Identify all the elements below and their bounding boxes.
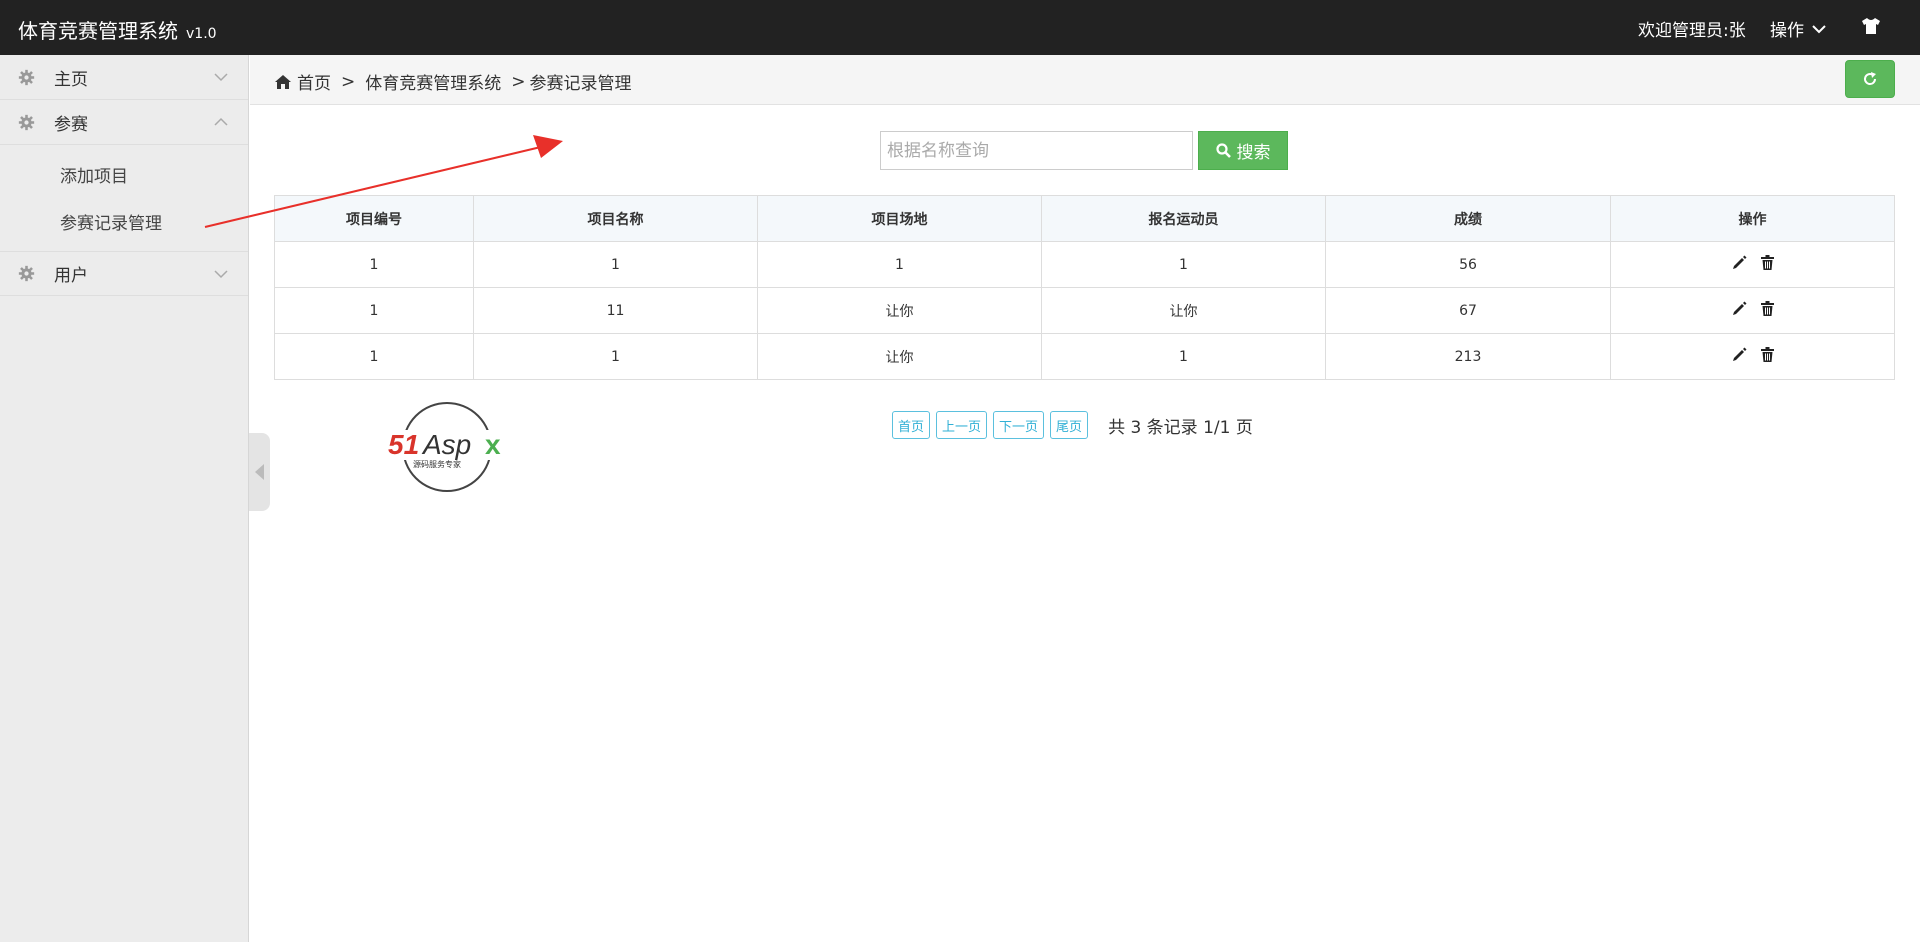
table-row: 1 11 让你 让你 67 xyxy=(274,287,1895,334)
table-cell: 1 xyxy=(473,241,758,288)
chevron-up-icon xyxy=(214,117,228,126)
svg-text:源码服务专家: 源码服务专家 xyxy=(413,459,461,469)
search-input[interactable] xyxy=(880,131,1193,170)
svg-text:Asp: Asp xyxy=(421,429,471,460)
app-title[interactable]: 体育竞赛管理系统 v1.0 xyxy=(18,15,217,44)
prev-page-button[interactable]: 上一页 xyxy=(936,411,988,439)
table-actions xyxy=(1610,333,1895,380)
pagination-info: 共 3 条记录 1/1 页 xyxy=(1108,417,1253,438)
breadcrumb-system[interactable]: 体育竞赛管理系统 xyxy=(365,69,501,94)
sidebar-item-competition[interactable]: 参赛 xyxy=(0,100,248,145)
table-cell: 1 xyxy=(274,287,474,334)
gear-icon xyxy=(18,114,35,130)
breadcrumb-separator: > xyxy=(511,71,526,92)
pagination: 首页 上一页 下一页 尾页 共 3 条记录 1/1 页 xyxy=(892,411,1253,439)
column-header: 项目场地 xyxy=(757,195,1042,242)
table-actions xyxy=(1610,241,1895,288)
sidebar-item-user[interactable]: 用户 xyxy=(0,251,248,296)
table-cell: 1 xyxy=(274,333,474,380)
breadcrumb-bar: 首页 > 体育竞赛管理系统 > 参赛记录管理 xyxy=(250,55,1920,105)
refresh-button[interactable] xyxy=(1845,60,1895,98)
pencil-icon[interactable] xyxy=(1732,255,1747,270)
top-navbar: 体育竞赛管理系统 v1.0 欢迎管理员:张 操作 xyxy=(0,0,1920,55)
shirt-icon[interactable] xyxy=(1860,15,1882,37)
pencil-icon[interactable] xyxy=(1732,301,1747,316)
breadcrumb-separator: > xyxy=(341,71,356,92)
svg-text:51: 51 xyxy=(388,429,419,460)
table-row: 1 1 让你 1 213 xyxy=(274,333,1895,380)
caret-left-icon xyxy=(255,464,264,480)
sidebar-item-label: 参赛 xyxy=(54,114,88,135)
table-cell: 让你 xyxy=(757,333,1042,380)
table-row: 1 1 1 1 56 xyxy=(274,241,1895,288)
table-cell: 11 xyxy=(473,287,758,334)
chevron-down-icon xyxy=(1812,24,1826,33)
home-icon xyxy=(275,74,291,89)
column-header: 操作 xyxy=(1610,195,1895,242)
chevron-down-icon xyxy=(214,270,228,279)
table-cell: 1 xyxy=(473,333,758,380)
table-cell: 1 xyxy=(1041,333,1326,380)
table-cell: 1 xyxy=(1041,241,1326,288)
table-cell: 1 xyxy=(757,241,1042,288)
51aspx-logo: 51 Asp x 源码服务专家 xyxy=(385,402,510,492)
trash-icon[interactable] xyxy=(1760,301,1774,316)
refresh-icon xyxy=(1864,72,1877,85)
app-title-text: 体育竞赛管理系统 xyxy=(18,19,178,43)
table-cell: 让你 xyxy=(757,287,1042,334)
breadcrumb-current: 参赛记录管理 xyxy=(529,74,632,94)
table-actions xyxy=(1610,287,1895,334)
table-header-row: 项目编号 项目名称 项目场地 报名运动员 成绩 操作 xyxy=(274,195,1895,242)
table-cell: 让你 xyxy=(1041,287,1326,334)
operations-dropdown[interactable]: 操作 xyxy=(1770,16,1826,41)
gear-icon xyxy=(18,265,35,282)
sidebar-item-label: 用户 xyxy=(54,266,88,286)
sidebar-collapse-toggle[interactable] xyxy=(249,433,270,511)
table-cell: 213 xyxy=(1325,333,1611,380)
breadcrumb-home[interactable]: 首页 xyxy=(297,69,331,94)
first-page-button[interactable]: 首页 xyxy=(892,411,931,439)
breadcrumb: 首页 > 体育竞赛管理系统 > 参赛记录管理 xyxy=(275,69,632,94)
gear-icon xyxy=(18,69,35,85)
column-header: 成绩 xyxy=(1325,195,1611,242)
trash-icon[interactable] xyxy=(1760,347,1774,362)
records-table: 项目编号 项目名称 项目场地 报名运动员 成绩 操作 1 1 1 1 56 1 … xyxy=(274,195,1895,380)
table-cell: 67 xyxy=(1325,287,1611,334)
table-cell: 56 xyxy=(1325,241,1611,288)
sidebar-subitem-add-project[interactable]: 添加项目 xyxy=(0,151,248,198)
column-header: 项目名称 xyxy=(473,195,758,242)
trash-icon[interactable] xyxy=(1760,255,1774,270)
search-button-label: 搜索 xyxy=(1236,143,1271,162)
operations-label: 操作 xyxy=(1770,21,1804,41)
sidebar: 主页 参赛 添加项目 参赛记录管理 用户 xyxy=(0,55,249,942)
column-header: 项目编号 xyxy=(274,195,474,242)
last-page-button[interactable]: 尾页 xyxy=(1050,411,1089,439)
search-icon xyxy=(1215,143,1231,158)
chevron-down-icon xyxy=(214,73,228,82)
sidebar-subitem-record-management[interactable]: 参赛记录管理 xyxy=(0,198,248,245)
sidebar-item-home[interactable]: 主页 xyxy=(0,55,248,100)
pencil-icon[interactable] xyxy=(1732,347,1747,362)
submenu-competition: 添加项目 参赛记录管理 xyxy=(0,145,248,251)
welcome-text: 欢迎管理员:张 xyxy=(1638,21,1746,41)
search-button[interactable]: 搜索 xyxy=(1198,131,1288,170)
table-cell: 1 xyxy=(274,241,474,288)
svg-text:x: x xyxy=(485,429,501,460)
sidebar-item-label: 主页 xyxy=(54,69,88,90)
app-version: v1.0 xyxy=(186,26,217,42)
next-page-button[interactable]: 下一页 xyxy=(993,411,1045,439)
column-header: 报名运动员 xyxy=(1041,195,1326,242)
